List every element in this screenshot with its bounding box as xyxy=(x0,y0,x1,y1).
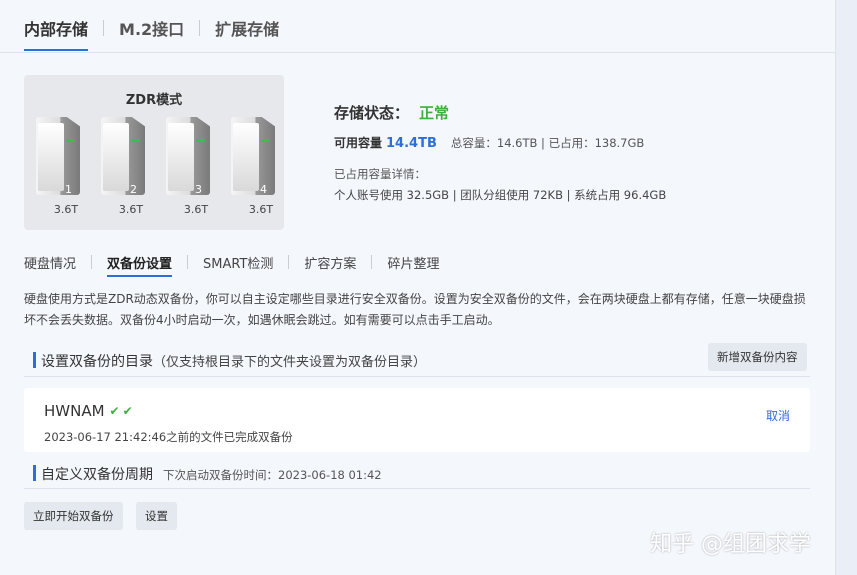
disk-number: 3 xyxy=(195,183,202,196)
watermark: 知乎 @组团求学 xyxy=(650,532,811,557)
available-capacity-value: 14.4TB xyxy=(386,136,437,151)
backup-period-header: 自定义双备份周期 下次启动双备份时间：2023-06-18 01:42 xyxy=(33,464,382,484)
disk-number: 2 xyxy=(130,183,137,196)
backup-directory-header: 设置双备份的目录 （仅支持根目录下的文件夹设置为双备份目录） xyxy=(33,351,426,371)
backup-period-title: 自定义双备份周期 xyxy=(41,467,153,483)
backup-entry: HWNAM ✔ ✔ 2023-06-17 21:42:46之前的文件已完成双备份… xyxy=(24,388,810,452)
tab-separator xyxy=(91,255,93,269)
usage-detail-label: 已占用容量详情： xyxy=(334,167,426,181)
tab-separator xyxy=(371,255,373,269)
available-capacity-label: 可用容量 xyxy=(334,136,383,150)
usage-detail-text: 个人账号使用 32.5GB | 团队分组使用 72KB | 系统占用 96.4G… xyxy=(334,188,667,202)
storage-tabs: 内部存储 M.2接口 扩展存储 xyxy=(24,14,279,42)
start-backup-now-button[interactable]: 立即开始双备份 xyxy=(24,502,123,530)
disk-overview-card: ZDR模式 1 3.6T 2 3.6T 3 3.6T 4 3.6T xyxy=(24,75,284,230)
storage-status: 存储状态： 正常 xyxy=(334,102,449,123)
window-edge xyxy=(836,0,857,575)
disk-status-led xyxy=(66,139,75,142)
tab-m2-interface[interactable]: M.2接口 xyxy=(119,16,184,40)
disk-capacity: 3.6T xyxy=(53,203,79,216)
tab-disk-status[interactable]: 硬盘情况 xyxy=(24,253,76,272)
disk-status-led xyxy=(131,139,140,142)
backup-entry-time: 2023-06-17 21:42:46之前的文件已完成双备份 xyxy=(44,430,293,444)
hard-disk-icon: 1 xyxy=(36,117,80,201)
active-tab-indicator xyxy=(24,49,88,51)
disk-status-led xyxy=(196,139,205,142)
hard-disk-icon: 4 xyxy=(231,117,275,201)
tabs-divider xyxy=(0,52,836,53)
check-icon: ✔ xyxy=(122,404,133,418)
hard-disk-icon: 2 xyxy=(101,117,145,201)
storage-status-value: 正常 xyxy=(419,104,450,122)
active-sub-tab-indicator xyxy=(107,275,172,277)
storage-mode-title: ZDR模式 xyxy=(125,93,183,108)
disk-number: 1 xyxy=(65,183,72,196)
backup-directory-title: 设置双备份的目录 xyxy=(41,354,153,370)
cancel-backup-link[interactable]: 取消 xyxy=(766,407,790,424)
backup-settings-button[interactable]: 设置 xyxy=(136,502,177,530)
hard-disk-icon: 3 xyxy=(166,117,210,201)
tab-dual-backup-settings[interactable]: 双备份设置 xyxy=(107,253,172,272)
tab-defragment[interactable]: 碎片整理 xyxy=(387,253,439,272)
tab-internal-storage[interactable]: 内部存储 xyxy=(24,16,88,40)
tab-expansion-storage[interactable]: 扩展存储 xyxy=(215,16,279,40)
storage-status-label: 存储状态： xyxy=(334,104,410,122)
tab-separator xyxy=(288,255,290,269)
disk-capacity: 3.6T xyxy=(183,203,209,216)
disk-number: 4 xyxy=(260,183,267,196)
tab-separator xyxy=(103,20,105,36)
disk-capacity: 3.6T xyxy=(118,203,144,216)
tab-expansion-plan[interactable]: 扩容方案 xyxy=(304,253,356,272)
check-icon: ✔ xyxy=(109,404,120,418)
backup-entry-name: HWNAM xyxy=(44,402,105,420)
capacity-info: 总容量：14.6TB | 已占用：138.7GB xyxy=(450,136,645,150)
storage-sub-tabs: 硬盘情况 双备份设置 SMART检测 扩容方案 碎片整理 xyxy=(24,252,439,272)
dual-backup-description: 硬盘使用方式是ZDR动态双备份，你可以自主设定哪些目录进行安全双备份。设置为安全… xyxy=(24,292,806,327)
disk-status-led xyxy=(261,139,270,142)
tab-separator xyxy=(187,255,189,269)
storage-panel: 内部存储 M.2接口 扩展存储 ZDR模式 1 3.6T 2 3.6T 3 3.… xyxy=(0,0,836,575)
section-divider xyxy=(24,488,810,489)
tab-separator xyxy=(199,20,201,36)
capacity-summary: 可用容量 14.4TB 总容量：14.6TB | 已占用：138.7GB xyxy=(334,134,644,151)
disk-capacity: 3.6T xyxy=(248,203,274,216)
next-backup-time: 下次启动双备份时间：2023-06-18 01:42 xyxy=(163,468,382,482)
tab-smart-check[interactable]: SMART检测 xyxy=(203,253,273,272)
section-divider xyxy=(24,376,810,377)
backup-entry-name-row: HWNAM ✔ ✔ xyxy=(44,402,133,420)
backup-directory-note: （仅支持根目录下的文件夹设置为双备份目录） xyxy=(153,355,427,370)
add-backup-content-button[interactable]: 新增双备份内容 xyxy=(708,343,807,371)
